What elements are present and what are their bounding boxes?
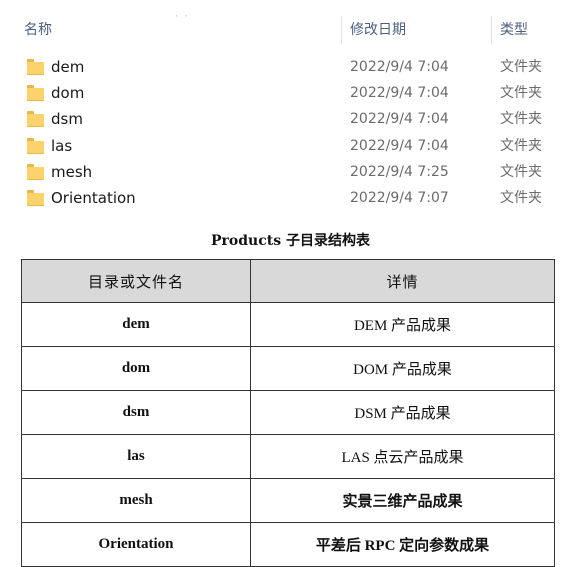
file-name: Orientation [51, 188, 136, 207]
file-date: 2022/9/4 7:04 [350, 137, 449, 154]
folder-icon [27, 189, 44, 206]
file-name: dem [51, 58, 85, 76]
file-type: 文件夹 [500, 163, 542, 180]
column-header-date[interactable]: 修改日期 [350, 12, 490, 48]
file-row-las[interactable]: las 2022/9/4 7:04 文件夹 [0, 133, 581, 159]
column-divider[interactable] [341, 16, 342, 44]
file-type: 文件夹 [500, 189, 542, 206]
file-rows: dem 2022/9/4 7:04 文件夹 dom 2022/9/4 7:04 … [0, 54, 581, 211]
file-name: mesh [51, 162, 93, 181]
folder-icon [27, 163, 44, 180]
column-resize-grip: · · [175, 12, 190, 22]
file-name: las [51, 136, 73, 155]
table-row: dom DOM 产品成果 [21, 346, 555, 391]
header-detail: 详情 [250, 259, 555, 303]
cell-name: las [21, 434, 251, 479]
file-type: 文件夹 [500, 59, 542, 75]
table-caption: Products 子目录结构表 [211, 233, 370, 249]
folder-icon [27, 137, 44, 154]
header-name: 目录或文件名 [21, 259, 251, 303]
cell-name: mesh [21, 478, 251, 523]
table-row: las LAS 点云产品成果 [21, 434, 555, 479]
cell-detail: DEM 产品成果 [250, 302, 555, 347]
table-row: dem DEM 产品成果 [21, 302, 555, 347]
file-type: 文件夹 [500, 85, 542, 102]
file-row-dom[interactable]: dom 2022/9/4 7:04 文件夹 [0, 80, 581, 106]
file-type: 文件夹 [500, 137, 542, 154]
table-row: dsm DSM 产品成果 [21, 390, 555, 435]
file-explorer-list: 名称 · · 修改日期 类型 dem 2022/9/4 7:04 文件夹 dom… [0, 0, 581, 215]
file-date: 2022/9/4 7:04 [350, 111, 449, 128]
cell-name: dsm [21, 390, 251, 435]
table-header-row: 目录或文件名 详情 [21, 259, 555, 303]
cell-name: Orientation [21, 522, 251, 567]
file-type: 文件夹 [500, 111, 542, 128]
file-name: dsm [51, 110, 83, 129]
cell-name: dom [21, 346, 251, 391]
cell-detail: 实景三维产品成果 [250, 478, 555, 523]
file-date: 2022/9/4 7:04 [350, 59, 449, 75]
file-name: dom [51, 84, 85, 103]
column-header-type[interactable]: 类型 [500, 12, 560, 48]
file-row-dsm[interactable]: dsm 2022/9/4 7:04 文件夹 [0, 106, 581, 132]
products-structure-table: 目录或文件名 详情 dem DEM 产品成果 dom DOM 产品成果 dsm … [21, 259, 555, 567]
cell-name: dem [21, 302, 251, 347]
table-row: mesh 实景三维产品成果 [21, 478, 555, 523]
folder-icon [27, 111, 44, 128]
folder-icon [27, 85, 44, 102]
file-row-mesh[interactable]: mesh 2022/9/4 7:25 文件夹 [0, 159, 581, 185]
cell-detail: DSM 产品成果 [250, 390, 555, 435]
folder-icon [27, 59, 44, 75]
cell-detail: LAS 点云产品成果 [250, 434, 555, 479]
cell-detail: 平差后 RPC 定向参数成果 [250, 522, 555, 567]
column-divider[interactable] [491, 16, 492, 44]
file-date: 2022/9/4 7:07 [350, 189, 449, 206]
file-date: 2022/9/4 7:25 [350, 163, 449, 180]
file-row-orientation[interactable]: Orientation 2022/9/4 7:07 文件夹 [0, 185, 581, 211]
table-row: Orientation 平差后 RPC 定向参数成果 [21, 522, 555, 567]
file-row-dem[interactable]: dem 2022/9/4 7:04 文件夹 [0, 54, 581, 80]
cell-detail: DOM 产品成果 [250, 346, 555, 391]
file-date: 2022/9/4 7:04 [350, 85, 449, 102]
